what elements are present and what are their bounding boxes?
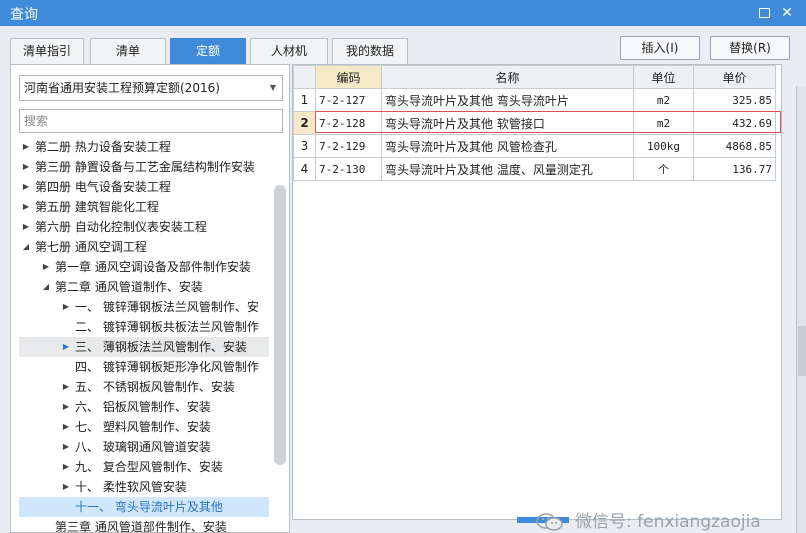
column-header-code[interactable]: 编码 [315, 65, 382, 89]
expand-arrow-icon[interactable]: ▶ [21, 197, 31, 217]
column-header-name[interactable]: 名称 [381, 65, 634, 89]
tree-scrollbar[interactable] [274, 185, 286, 465]
column-header-price[interactable]: 单价 [693, 65, 776, 89]
tab-labor-material-machine[interactable]: 人材机 [250, 38, 328, 64]
quota-code[interactable]: 7-2-127 [315, 88, 382, 112]
row-number-header [293, 65, 316, 89]
tab-my-data[interactable]: 我的数据 [332, 38, 408, 64]
expand-arrow-icon[interactable]: ▶ [61, 337, 71, 357]
quota-price[interactable]: 136.77 [693, 157, 776, 181]
chevron-down-icon: ▼ [269, 83, 276, 92]
right-side-panel-edge [796, 86, 806, 533]
tree-node[interactable]: 二、 镀锌薄钢板共板法兰风管制作 [19, 317, 269, 337]
table-row[interactable]: 3 7-2-129 弯头导流叶片及其他 风管检查孔 100kg 4868.85 [293, 134, 776, 158]
expand-arrow-icon[interactable]: ▶ [61, 477, 71, 497]
expand-arrow-icon[interactable]: ▶ [21, 157, 31, 177]
quota-name[interactable]: 弯头导流叶片及其他 软管接口 [381, 111, 634, 135]
tree-node[interactable]: ▶ 第六册 自动化控制仪表安装工程 [19, 217, 269, 237]
tree-node[interactable]: ▶ 第一章 通风空调设备及部件制作安装 [19, 257, 269, 277]
tree-node[interactable]: 第三章 通风管道部件制作、安装 [19, 517, 269, 533]
tree-node[interactable]: ▶ 第三册 静置设备与工艺金属结构制作安装 [19, 157, 269, 177]
tree-node-selected[interactable]: 十一、 弯头导流叶片及其他 [19, 497, 269, 517]
row-number: 4 [293, 157, 316, 181]
quota-code[interactable]: 7-2-130 [315, 157, 382, 181]
table-row[interactable]: 1 7-2-127 弯头导流叶片及其他 弯头导流叶片 m2 325.85 [293, 88, 776, 112]
right-side-scrollbar[interactable] [798, 326, 806, 376]
collapse-arrow-icon[interactable]: ◢ [21, 237, 31, 257]
tree-node[interactable]: ▶ 第五册 建筑智能化工程 [19, 197, 269, 217]
window-title: 查询 [10, 7, 38, 23]
tree-node[interactable]: ▶ 第四册 电气设备安装工程 [19, 177, 269, 197]
quota-name[interactable]: 弯头导流叶片及其他 弯头导流叶片 [381, 88, 634, 112]
row-number: 1 [293, 88, 316, 112]
tab-bill-guide[interactable]: 清单指引 [10, 38, 84, 64]
close-button[interactable]: ✕ [779, 5, 795, 21]
chapter-tree: ▶ 第二册 热力设备安装工程 ▶ 第三册 静置设备与工艺金属结构制作安装 ▶ 第四册 … [19, 137, 269, 533]
tree-node[interactable]: ◢ 第二章 通风管道制作、安装 [19, 277, 269, 297]
quota-name[interactable]: 弯头导流叶片及其他 风管检查孔 [381, 134, 634, 158]
quota-code[interactable]: 7-2-129 [315, 134, 382, 158]
tree-node[interactable]: ▶ 九、 复合型风管制作、安装 [19, 457, 269, 477]
watermark-text: 微信号: fenxiangzaojia [575, 512, 761, 532]
row-number: 2 [293, 111, 316, 135]
quota-library-value: 河南省通用安装工程预算定额(2016) [24, 81, 220, 95]
tree-node[interactable]: ▶ 十、 柔性软风管安装 [19, 477, 269, 497]
title-bar: 查询 ✕ [0, 0, 806, 26]
quota-price[interactable]: 4868.85 [693, 134, 776, 158]
table-header-row: 编码 名称 单位 单价 [293, 65, 776, 89]
maximize-button[interactable] [756, 5, 772, 21]
tree-node[interactable]: ▶ 五、 不锈钢板风管制作、安装 [19, 377, 269, 397]
tree-node[interactable]: ▶ 一、 镀锌薄钢板法兰风管制作、安 [19, 297, 269, 317]
column-header-unit[interactable]: 单位 [633, 65, 694, 89]
quota-name[interactable]: 弯头导流叶片及其他 温度、风量测定孔 [381, 157, 634, 181]
tree-node[interactable]: ▶ 七、 塑料风管制作、安装 [19, 417, 269, 437]
table-row[interactable]: 4 7-2-130 弯头导流叶片及其他 温度、风量测定孔 个 136.77 [293, 157, 776, 181]
table-row-selected[interactable]: 2 7-2-128 弯头导流叶片及其他 软管接口 m2 432.69 [293, 111, 776, 135]
tree-node[interactable]: ▶ 六、 铝板风管制作、安装 [19, 397, 269, 417]
tab-bill[interactable]: 清单 [90, 38, 166, 64]
quota-table: 编码 名称 单位 单价 1 7-2-127 弯头导流叶片及其他 弯头导流叶片 m… [293, 65, 776, 181]
quota-grid-panel: 编码 名称 单位 单价 1 7-2-127 弯头导流叶片及其他 弯头导流叶片 m… [292, 64, 782, 523]
expand-arrow-icon[interactable]: ▶ [61, 377, 71, 397]
query-dialog-body: 清单指引 清单 定额 人材机 我的数据 插入(I) 替换(R) 河南省通用安装工… [0, 26, 806, 533]
quota-unit[interactable]: m2 [633, 88, 694, 112]
expand-arrow-icon[interactable]: ▶ [61, 297, 71, 317]
quota-unit[interactable]: 个 [633, 157, 694, 181]
expand-arrow-icon[interactable]: ▶ [41, 257, 51, 277]
expand-arrow-icon[interactable]: ▶ [61, 437, 71, 457]
quota-price[interactable]: 325.85 [693, 88, 776, 112]
quota-unit[interactable]: 100kg [633, 134, 694, 158]
row-number: 3 [293, 134, 316, 158]
quota-unit[interactable]: m2 [633, 111, 694, 135]
insert-button[interactable]: 插入(I) [620, 36, 700, 60]
tree-node[interactable]: ◢ 第七册 通风空调工程 [19, 237, 269, 257]
search-input[interactable] [19, 109, 283, 133]
expand-arrow-icon[interactable]: ▶ [21, 177, 31, 197]
replace-button[interactable]: 替换(R) [710, 36, 790, 60]
quota-price[interactable]: 432.69 [693, 111, 776, 135]
quota-library-select[interactable]: 河南省通用安装工程预算定额(2016) ▼ [19, 75, 283, 101]
tree-node[interactable]: ▶ 八、 玻璃钢通风管道安装 [19, 437, 269, 457]
wechat-icon [536, 513, 563, 531]
expand-arrow-icon[interactable]: ▶ [61, 397, 71, 417]
tree-node[interactable]: 四、 镀锌薄钢板矩形净化风管制作 [19, 357, 269, 377]
expand-arrow-icon[interactable]: ▶ [21, 217, 31, 237]
quota-code[interactable]: 7-2-128 [315, 111, 382, 135]
tree-node[interactable]: ▶ 第二册 热力设备安装工程 [19, 137, 269, 157]
quota-tree-panel: 河南省通用安装工程预算定额(2016) ▼ ▶第二册 热力设备安装工程 ▶第三册… [10, 64, 290, 533]
expand-arrow-icon[interactable]: ▶ [21, 137, 31, 157]
expand-arrow-icon[interactable]: ▶ [61, 417, 71, 437]
expand-arrow-icon[interactable]: ▶ [61, 457, 71, 477]
tab-quota[interactable]: 定额 [170, 38, 246, 64]
collapse-arrow-icon[interactable]: ◢ [41, 277, 51, 297]
tree-node[interactable]: ▶ 三、 薄钢板法兰风管制作、安装 [19, 337, 269, 357]
